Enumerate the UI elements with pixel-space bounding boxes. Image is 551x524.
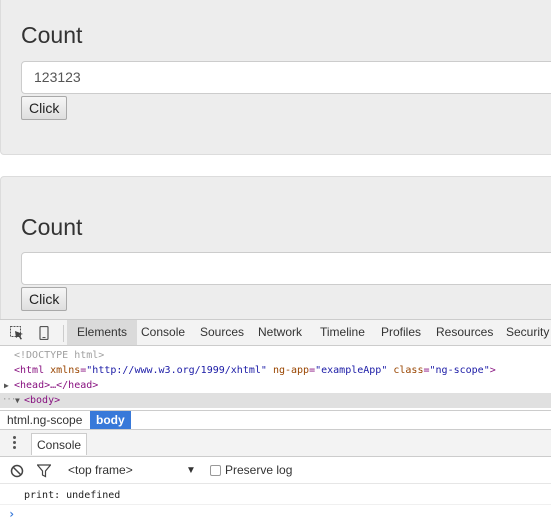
click-button-2[interactable]: Click xyxy=(21,287,68,311)
console-prompt[interactable]: › xyxy=(0,504,551,524)
count-title-2: Count xyxy=(21,214,83,240)
more-dots-icon[interactable]: ··· xyxy=(2,393,16,408)
body-node[interactable]: ··· ▼ <body> xyxy=(0,393,551,408)
count-input-1[interactable]: 123123 xyxy=(21,61,551,94)
html-tag-close: > xyxy=(489,365,496,376)
breadcrumb-html[interactable]: html.ng-scope xyxy=(1,411,88,429)
tab-security[interactable]: Security xyxy=(506,320,549,345)
attr-name-ng-app: ng-app xyxy=(272,365,310,376)
count-panel-1: Count 123123 Click xyxy=(0,0,551,155)
html-tag-open: <html xyxy=(14,365,45,376)
tab-resources[interactable]: Resources xyxy=(436,320,493,345)
attr-name-class: class xyxy=(393,365,424,376)
attr-name-xmlns: xmlns xyxy=(50,365,81,376)
inspect-element-icon[interactable] xyxy=(10,326,24,340)
drawer-menu-icon[interactable] xyxy=(13,436,17,451)
tab-elements[interactable]: Elements xyxy=(67,320,138,345)
device-mode-icon[interactable] xyxy=(37,325,51,341)
breadcrumb: html.ng-scope body xyxy=(0,410,551,430)
html-node[interactable]: <html xmlns="http://www.w3.org/1999/xhtm… xyxy=(0,363,551,378)
attr-value-ng-app: "exampleApp" xyxy=(315,365,388,376)
preserve-log-checkbox[interactable] xyxy=(210,465,221,476)
console-log-line: print: undefined xyxy=(24,490,121,501)
filter-icon[interactable] xyxy=(36,464,52,478)
drawer-tab-console[interactable]: Console xyxy=(31,433,88,455)
head-node[interactable]: ▶ <head>…</head> xyxy=(0,378,551,393)
click-button-1[interactable]: Click xyxy=(21,96,68,120)
attr-value-xmlns: "http://www.w3.org/1999/xhtml" xyxy=(86,365,267,376)
preserve-log-label: Preserve log xyxy=(225,463,293,477)
frame-select[interactable]: <top frame> xyxy=(68,463,133,478)
drawer-toolbar: Console xyxy=(0,430,551,457)
tab-timeline[interactable]: Timeline xyxy=(320,320,365,345)
tab-console[interactable]: Console xyxy=(141,320,185,345)
collapse-triangle-icon[interactable]: ▼ xyxy=(15,393,20,408)
dropdown-arrow-icon[interactable]: ▼ xyxy=(186,463,196,478)
elements-tree: <!DOCTYPE html> <html xmlns="http://www.… xyxy=(0,346,551,410)
devtools-toolbar: Elements Console Sources Network Timelin… xyxy=(0,319,551,346)
doctype-text: <!DOCTYPE html> xyxy=(14,350,105,361)
toolbar-divider xyxy=(63,325,64,342)
count-panel-2: Count Click xyxy=(0,176,551,336)
console-toolbar: <top frame> ▼ Preserve log xyxy=(0,457,551,484)
head-tag: <head>…</head> xyxy=(14,380,99,391)
expand-triangle-icon[interactable]: ▶ xyxy=(4,378,9,393)
prompt-caret-icon: › xyxy=(8,507,16,521)
count-title-1: Count xyxy=(21,22,83,48)
count-input-2[interactable] xyxy=(21,252,551,285)
breadcrumb-body[interactable]: body xyxy=(90,411,131,429)
body-tag: <body> xyxy=(24,395,61,406)
doctype-node[interactable]: <!DOCTYPE html> xyxy=(0,348,551,363)
tab-profiles[interactable]: Profiles xyxy=(381,320,421,345)
clear-console-icon[interactable] xyxy=(10,464,24,478)
tab-network[interactable]: Network xyxy=(258,320,302,345)
attr-value-class: "ng-scope" xyxy=(429,365,490,376)
tab-sources[interactable]: Sources xyxy=(200,320,244,345)
